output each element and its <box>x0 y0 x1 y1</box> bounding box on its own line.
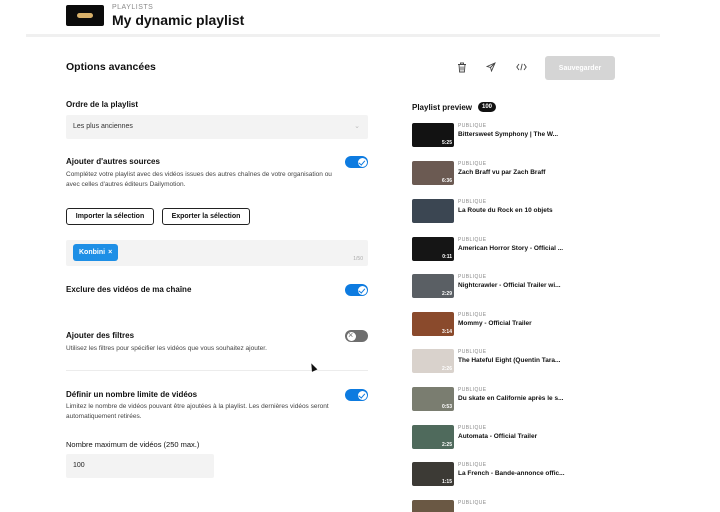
video-thumbnail: 0:53 <box>412 387 454 411</box>
video-title: La Route du Rock en 10 objets <box>458 207 553 214</box>
sources-label: Ajouter d'autres sources <box>66 157 160 166</box>
check-icon <box>357 285 367 295</box>
playlist-thumbnail <box>66 5 104 26</box>
list-item[interactable]: 3:14 PUBLIQUE Mommy - Official Trailer <box>412 312 582 338</box>
filters-description: Utilisez les filtres pour spécifier les … <box>66 345 267 352</box>
max-videos-input[interactable]: 100 <box>66 454 214 478</box>
list-item[interactable]: 5:25 PUBLIQUE Bittersweet Symphony | The… <box>412 123 582 149</box>
video-thumbnail: 2:29 <box>412 274 454 298</box>
max-videos-value: 100 <box>73 462 85 469</box>
header-divider <box>26 34 660 37</box>
video-visibility: PUBLIQUE <box>458 462 487 468</box>
filters-toggle[interactable] <box>345 330 368 342</box>
video-title: Nightcrawler - Official Trailer wi... <box>458 282 561 289</box>
import-selection-button[interactable]: Importer la sélection <box>66 208 154 225</box>
video-thumbnail <box>412 199 454 223</box>
logo-icon <box>77 13 93 18</box>
video-title: Automata - Official Trailer <box>458 433 538 440</box>
list-item[interactable]: 2:25 PUBLIQUE Automata - Official Traile… <box>412 425 582 451</box>
trash-icon[interactable] <box>455 60 469 74</box>
video-duration: 3:14 <box>441 329 452 335</box>
video-thumbnail: 6:36 <box>412 161 454 185</box>
limit-description-line: automatiquement retirées. <box>66 413 142 420</box>
limit-description-line: Limitez le nombre de vidéos pouvant être… <box>66 403 329 410</box>
limit-description: Limitez le nombre de vidéos pouvant être… <box>66 402 329 422</box>
video-thumbnail: 2:26 <box>412 349 454 373</box>
code-icon[interactable] <box>514 60 528 74</box>
video-title: Bittersweet Symphony | The W... <box>458 131 559 138</box>
video-visibility: PUBLIQUE <box>458 387 487 393</box>
video-thumbnail <box>412 500 454 512</box>
list-item[interactable]: 0:53 PUBLIQUE Du skate en Californie apr… <box>412 387 582 413</box>
source-tag[interactable]: Konbini × <box>73 244 119 261</box>
video-thumbnail: 5:25 <box>412 123 454 147</box>
video-visibility: PUBLIQUE <box>458 312 487 318</box>
order-select[interactable]: Les plus anciennes ⌄ <box>66 115 368 139</box>
list-item[interactable]: PUBLIQUE <box>412 500 582 512</box>
video-visibility: PUBLIQUE <box>458 425 487 431</box>
video-title: Mommy - Official Trailer <box>458 320 532 327</box>
video-title: The Hateful Eight (Quentin Tara... <box>458 357 561 364</box>
chevron-down-icon: ⌄ <box>354 123 360 130</box>
exclude-label: Exclure des vidéos de ma chaîne <box>66 285 192 294</box>
filters-label: Ajouter des filtres <box>66 331 135 340</box>
list-item[interactable]: 2:26 PUBLIQUE The Hateful Eight (Quentin… <box>412 349 582 375</box>
exclude-toggle[interactable] <box>345 284 368 296</box>
sources-description-line: Complétez votre playlist avec des vidéos… <box>66 171 332 178</box>
video-duration: 5:25 <box>441 140 452 146</box>
sources-description: Complétez votre playlist avec des vidéos… <box>66 170 332 190</box>
video-duration: 1:15 <box>441 479 452 485</box>
breadcrumb[interactable]: PLAYLISTS <box>112 4 153 11</box>
export-selection-button[interactable]: Exporter la sélection <box>162 208 250 225</box>
video-visibility: PUBLIQUE <box>458 161 487 167</box>
count-badge: 100 <box>478 102 497 112</box>
max-videos-label: Nombre maximum de vidéos (250 max.) <box>66 440 200 449</box>
video-visibility: PUBLIQUE <box>458 274 487 280</box>
video-thumbnail: 3:14 <box>412 312 454 336</box>
order-select-value: Les plus anciennes <box>73 123 133 130</box>
save-button[interactable]: Sauvegarder <box>545 56 615 80</box>
check-icon <box>357 390 367 400</box>
video-title: Zach Braff vu par Zach Braff <box>458 169 546 176</box>
divider <box>66 370 368 371</box>
video-duration: 0:53 <box>441 404 452 410</box>
sources-toggle[interactable] <box>345 156 368 168</box>
list-item[interactable]: 0:11 PUBLIQUE American Horror Story - Of… <box>412 237 582 263</box>
tag-counter: 1/50 <box>353 256 363 262</box>
video-duration: 0:11 <box>442 254 452 260</box>
sources-tags-input[interactable]: Konbini × 1/50 <box>66 240 368 266</box>
order-label: Ordre de la playlist <box>66 100 139 109</box>
close-icon[interactable]: × <box>108 249 112 256</box>
video-duration: 2:26 <box>441 366 452 372</box>
section-title: Options avancées <box>66 61 156 73</box>
video-visibility: PUBLIQUE <box>458 199 487 205</box>
send-icon[interactable] <box>484 60 498 74</box>
video-duration: 2:29 <box>441 291 452 297</box>
video-thumbnail: 0:11 <box>412 237 454 261</box>
video-title: Du skate en Californie après le s... <box>458 395 564 402</box>
video-duration: 2:25 <box>441 442 452 448</box>
video-visibility: PUBLIQUE <box>458 237 487 243</box>
list-item[interactable]: 6:36 PUBLIQUE Zach Braff vu par Zach Bra… <box>412 161 582 187</box>
video-visibility: PUBLIQUE <box>458 123 487 129</box>
sources-description-line: avec celles d'autres éditeurs Dailymotio… <box>66 181 186 188</box>
limit-label: Définir un nombre limite de vidéos <box>66 390 198 399</box>
video-visibility: PUBLIQUE <box>458 349 487 355</box>
page-title: My dynamic playlist <box>112 12 245 28</box>
video-thumbnail: 2:25 <box>412 425 454 449</box>
video-visibility: PUBLIQUE <box>458 500 487 506</box>
check-icon <box>357 157 367 167</box>
source-tag-label: Konbini <box>79 249 106 256</box>
list-item[interactable]: 1:15 PUBLIQUE La French - Bande-annonce … <box>412 462 582 488</box>
page-header: PLAYLISTS My dynamic playlist <box>0 0 660 34</box>
video-thumbnail: 1:15 <box>412 462 454 486</box>
preview-title: Playlist preview <box>412 103 473 112</box>
limit-toggle[interactable] <box>345 389 368 401</box>
video-duration: 6:36 <box>441 178 452 184</box>
video-title: American Horror Story - Official ... <box>458 245 564 252</box>
cross-icon <box>346 330 356 341</box>
list-item[interactable]: PUBLIQUE La Route du Rock en 10 objets <box>412 199 582 225</box>
list-item[interactable]: 2:29 PUBLIQUE Nightcrawler - Official Tr… <box>412 274 582 300</box>
video-title: La French - Bande-annonce offic... <box>458 470 565 477</box>
